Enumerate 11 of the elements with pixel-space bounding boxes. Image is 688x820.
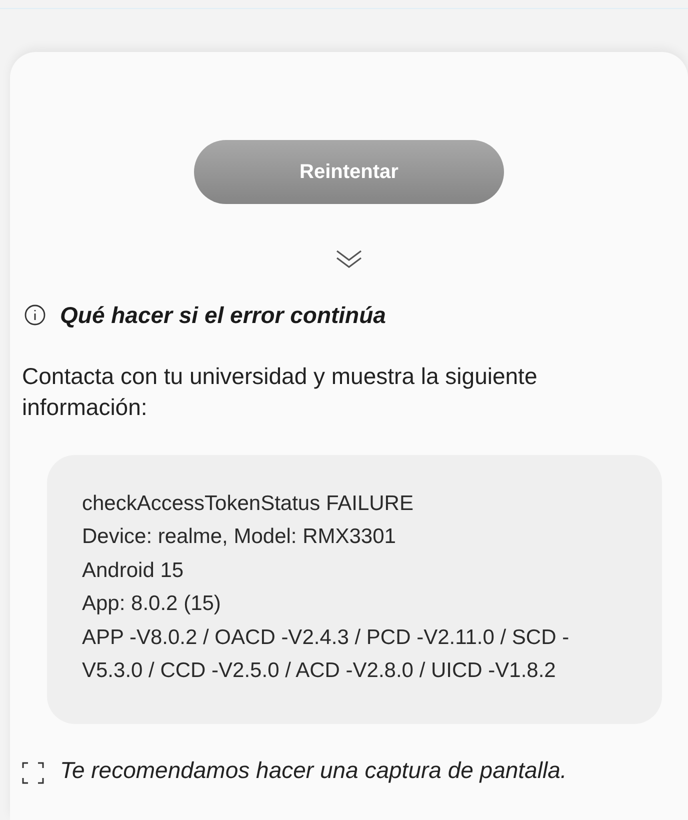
chevron-down-icon[interactable] — [335, 248, 363, 270]
note-text: Te recomendamos hacer una captura de pantalla. — [60, 756, 567, 785]
details-line: Android 15 — [82, 558, 185, 584]
details-line: Device: realme, Model: RMX3301 — [82, 524, 397, 550]
details-line: checkAccessTokenStatus FAILURE — [82, 490, 414, 516]
help-heading: Qué hacer si el error continúa — [60, 301, 386, 330]
help-text: Contacta con tu universidad y muestra la siguiente información: — [21, 362, 538, 422]
details-line: App: 8.0.2 (15) — [82, 591, 222, 617]
screenshot-icon — [22, 762, 44, 784]
info-icon — [24, 304, 46, 326]
details-line: APP -V8.0.2 / OACD -V2.4.3 / PCD -V2.11.0 / SCD -V5.3.0 / CCD -V2.5.0 / ACD -V2.8.0 / UICD -V1.8.2 — [82, 624, 570, 684]
